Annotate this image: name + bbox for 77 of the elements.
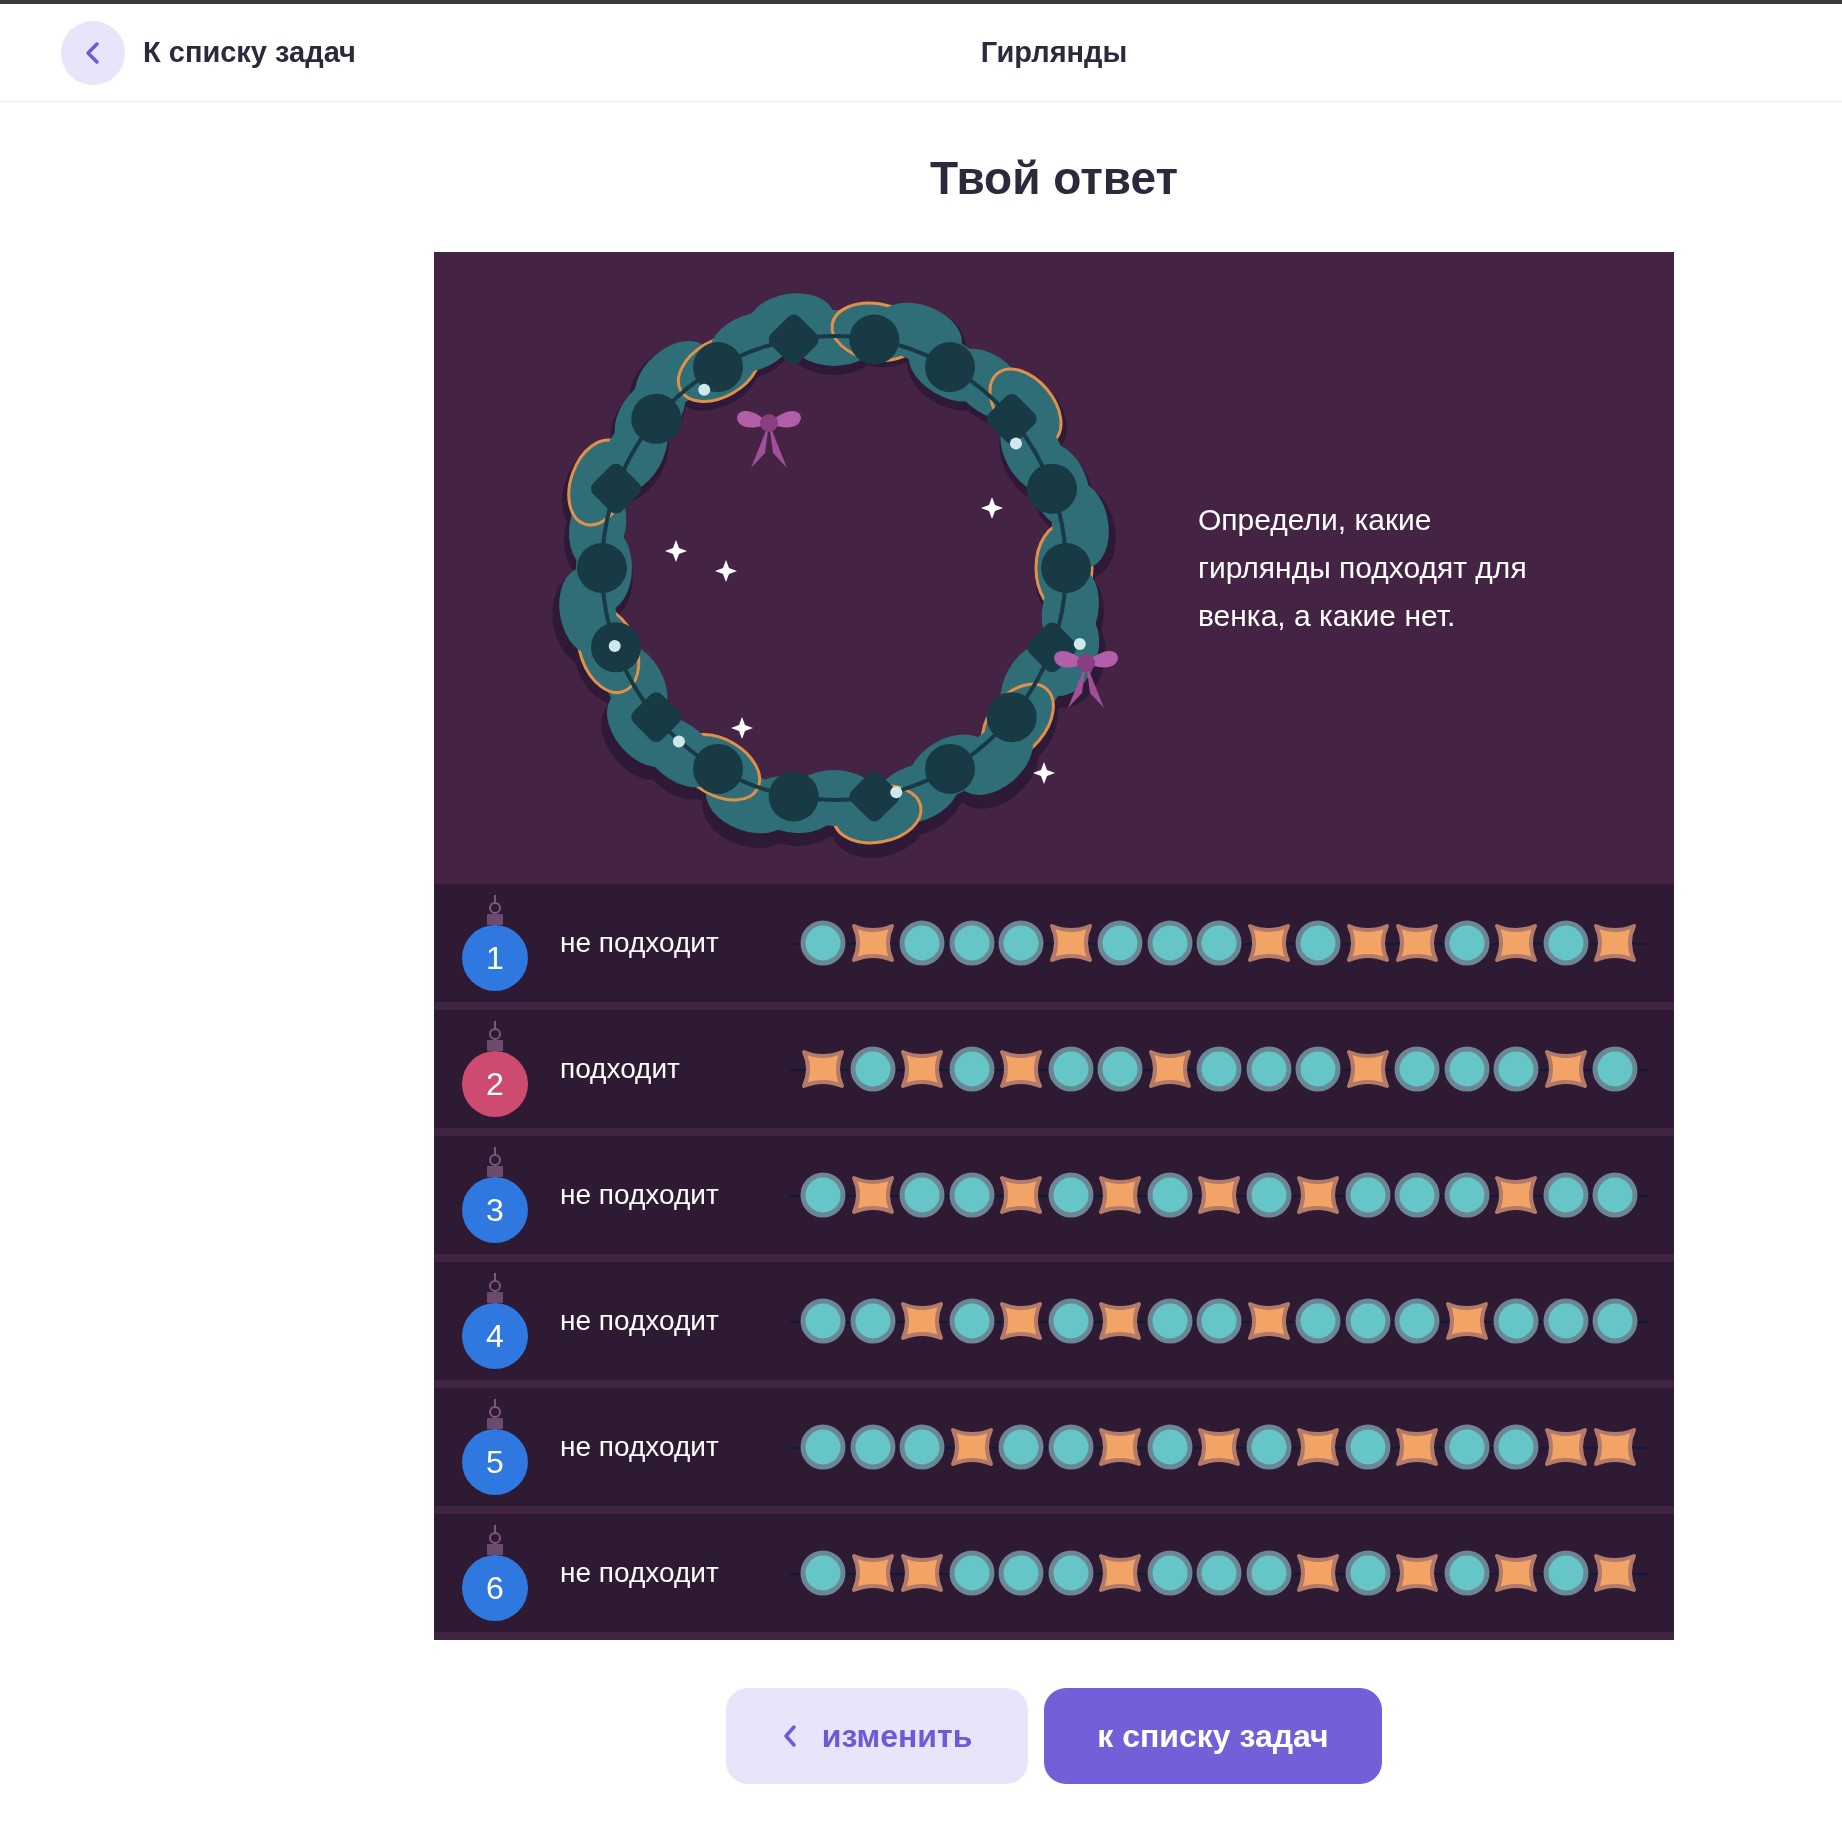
page-title: Гирлянды	[980, 34, 1128, 70]
round-bead-icon	[899, 1424, 945, 1470]
task-prompt: Определи, какие гирлянды подходят для венка, а какие нет.	[1198, 502, 1528, 634]
round-bead-icon	[1592, 1298, 1638, 1344]
round-bead-icon	[1592, 1046, 1638, 1092]
round-bead-icon	[1245, 1172, 1292, 1218]
round-bead-icon	[1542, 920, 1589, 966]
round-bead-icon	[1146, 1298, 1193, 1344]
round-bead-icon	[1047, 1424, 1094, 1470]
round-bead-icon	[1443, 920, 1490, 966]
round-bead-icon	[1245, 1046, 1292, 1092]
round-bead-icon	[948, 1172, 995, 1218]
round-bead-icon	[1542, 1298, 1589, 1344]
round-bead-icon	[1542, 1550, 1589, 1596]
round-bead-icon	[1344, 1298, 1391, 1344]
round-bead-icon	[1493, 1298, 1539, 1344]
verdict-label: не подходит	[560, 926, 720, 960]
round-bead-icon	[800, 920, 846, 966]
round-bead-icon	[800, 1172, 846, 1218]
round-bead-icon	[1196, 1550, 1242, 1596]
round-bead-icon	[998, 1550, 1044, 1596]
round-bead-icon	[1295, 1046, 1341, 1092]
verdict-label: не подходит	[560, 1556, 720, 1590]
round-bead-icon	[1047, 1046, 1094, 1092]
round-bead-icon	[948, 1298, 995, 1344]
round-bead-icon	[1493, 1424, 1539, 1470]
back-link[interactable]: К списку задач	[61, 20, 356, 85]
round-bead-icon	[1047, 1172, 1094, 1218]
verdict-label: подходит	[560, 1052, 681, 1086]
round-bead-icon	[1196, 1298, 1242, 1344]
round-bead-icon	[849, 1046, 896, 1092]
verdict-label: не подходит	[560, 1178, 720, 1212]
round-bead-icon	[1097, 920, 1143, 966]
round-bead-icon	[1196, 920, 1242, 966]
verdict-label: не подходит	[560, 1430, 720, 1464]
round-bead-icon	[1245, 1424, 1292, 1470]
round-bead-icon	[1146, 1424, 1193, 1470]
round-bead-icon	[849, 1298, 896, 1344]
round-bead-icon	[948, 1550, 995, 1596]
round-bead-icon	[800, 1298, 846, 1344]
round-bead-icon	[1443, 1424, 1490, 1470]
round-bead-icon	[1047, 1550, 1094, 1596]
answer-heading: Твой ответ	[929, 151, 1179, 206]
round-bead-icon	[1394, 1046, 1440, 1092]
round-bead-icon	[800, 1550, 846, 1596]
round-bead-icon	[1443, 1172, 1490, 1218]
round-bead-icon	[948, 1046, 995, 1092]
round-bead-icon	[849, 1424, 896, 1470]
round-bead-icon	[1443, 1550, 1490, 1596]
round-bead-icon	[899, 920, 945, 966]
round-bead-icon	[1443, 1046, 1490, 1092]
round-bead-icon	[1394, 1172, 1440, 1218]
round-bead-icon	[998, 920, 1044, 966]
round-bead-icon	[1542, 1172, 1589, 1218]
round-bead-icon	[899, 1172, 945, 1218]
task-list-button[interactable]: к списку задач	[1044, 1688, 1382, 1784]
round-bead-icon	[1592, 1172, 1638, 1218]
round-bead-icon	[1295, 1298, 1341, 1344]
round-bead-icon	[998, 1424, 1044, 1470]
round-bead-icon	[1146, 1550, 1193, 1596]
round-bead-icon	[1344, 1424, 1391, 1470]
round-bead-icon	[1344, 1172, 1391, 1218]
edit-button[interactable]: изменить	[726, 1688, 1028, 1784]
round-bead-icon	[948, 920, 995, 966]
round-bead-icon	[1295, 920, 1341, 966]
round-bead-icon	[1245, 1550, 1292, 1596]
round-bead-icon	[1344, 1550, 1391, 1596]
round-bead-icon	[1196, 1046, 1242, 1092]
round-bead-icon	[1047, 1298, 1094, 1344]
round-bead-icon	[1146, 920, 1193, 966]
round-bead-icon	[1394, 1298, 1440, 1344]
round-bead-icon	[1493, 1046, 1539, 1092]
round-bead-icon	[1097, 1046, 1143, 1092]
round-bead-icon	[800, 1424, 846, 1470]
verdict-label: не подходит	[560, 1304, 720, 1338]
round-bead-icon	[1146, 1172, 1193, 1218]
back-icon	[781, 1724, 798, 1748]
